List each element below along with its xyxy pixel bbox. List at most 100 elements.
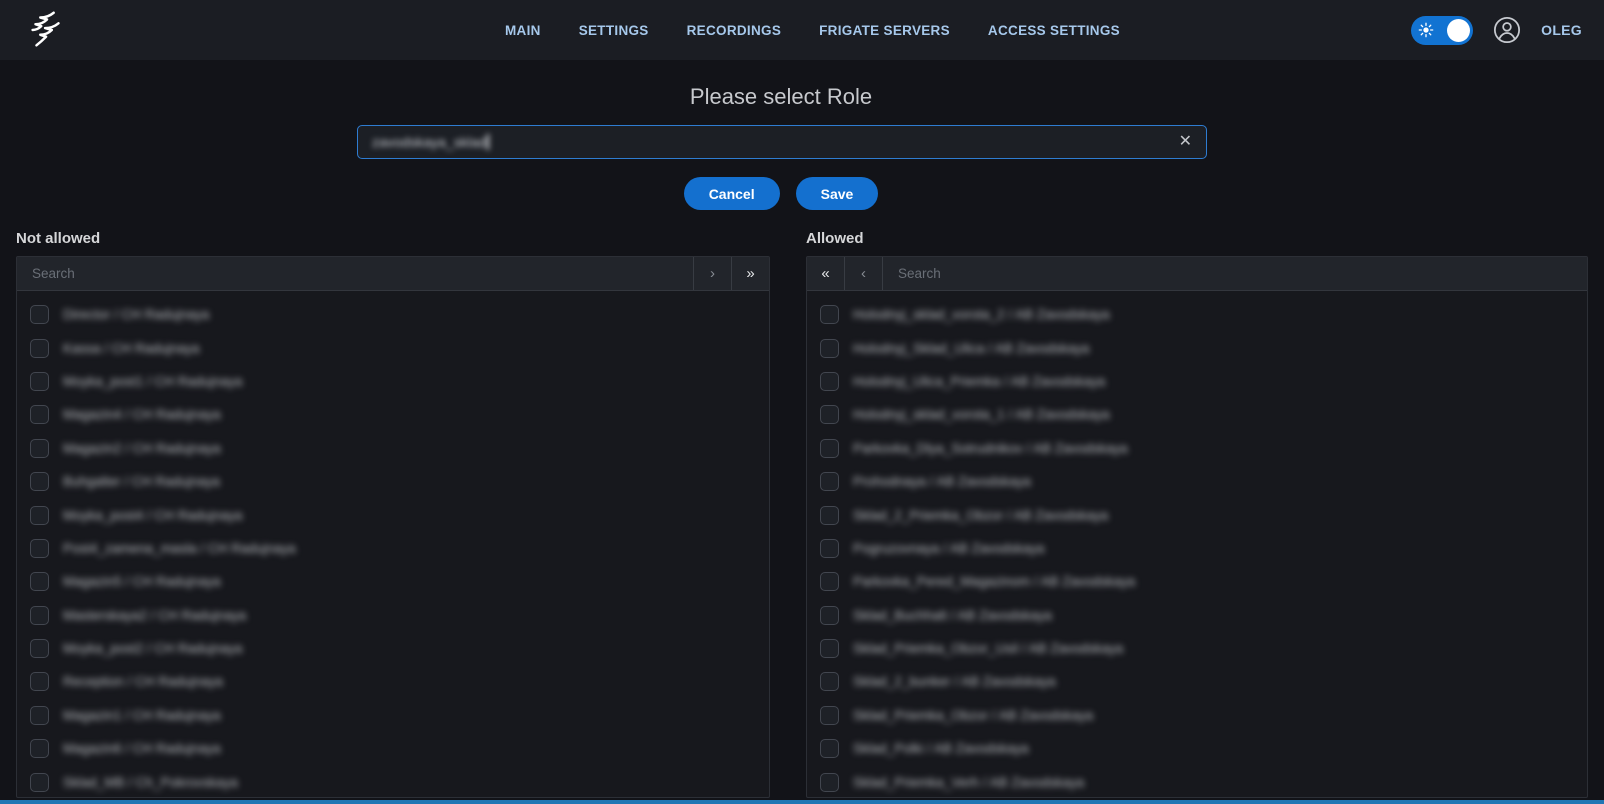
- nav-link-settings[interactable]: SETTINGS: [579, 23, 649, 38]
- list-item[interactable]: Magazin6 / CH Radujnaya: [17, 732, 769, 765]
- text-caret: [487, 134, 489, 150]
- move-all-left-button[interactable]: «: [807, 257, 844, 290]
- theme-toggle[interactable]: [1411, 16, 1473, 45]
- allowed-title: Allowed: [806, 230, 1588, 247]
- nav-link-recordings[interactable]: RECORDINGS: [687, 23, 782, 38]
- item-checkbox[interactable]: [820, 539, 839, 558]
- list-item[interactable]: Buhgalter / CH Radujnaya: [17, 465, 769, 498]
- allowed-search-input[interactable]: [883, 257, 1587, 290]
- nav-link-frigate-servers[interactable]: FRIGATE SERVERS: [819, 23, 950, 38]
- list-item[interactable]: Magazin4 / CH Radujnaya: [17, 398, 769, 431]
- list-item[interactable]: Moyka_post2 / CH Radujnaya: [17, 632, 769, 665]
- not-allowed-search-input[interactable]: [17, 257, 693, 290]
- item-checkbox[interactable]: [820, 339, 839, 358]
- list-item[interactable]: Moyka_post1 / CH Radujnaya: [17, 365, 769, 398]
- item-checkbox[interactable]: [30, 506, 49, 525]
- list-item[interactable]: Sklad_Priemka_Obzor / AB Zavodskaya: [807, 699, 1587, 732]
- list-item[interactable]: Holodnyj_sklad_vorota_1 / AB Zavodskaya: [807, 398, 1587, 431]
- item-checkbox[interactable]: [820, 672, 839, 691]
- item-label-redacted: Moyka_post2 / CH Radujnaya: [63, 641, 242, 656]
- item-checkbox[interactable]: [820, 706, 839, 725]
- item-checkbox[interactable]: [30, 739, 49, 758]
- list-item[interactable]: Sklad_MB / Ch_Pokrovskaya: [17, 765, 769, 797]
- item-checkbox[interactable]: [820, 739, 839, 758]
- item-label-redacted: Parkovka_Pered_Magazinom / AB Zavodskaya: [853, 574, 1135, 589]
- list-item[interactable]: Holodnyj_Sklad_Ulica / AB Zavodskaya: [807, 331, 1587, 364]
- list-item[interactable]: Sklad_2_bunker / AB Zavodskaya: [807, 665, 1587, 698]
- item-label-redacted: Magazin2 / CH Radujnaya: [63, 441, 221, 456]
- role-dialog: Please select Role zavodskaya_sklad ✕ Ca…: [0, 84, 1604, 798]
- cancel-button[interactable]: Cancel: [684, 177, 780, 210]
- list-item[interactable]: Prohodnaya / AB Zavodskaya: [807, 465, 1587, 498]
- list-item[interactable]: Sklad_Polki / AB Zavodskaya: [807, 732, 1587, 765]
- navbar-right-group: OLEG: [1411, 16, 1582, 45]
- list-item[interactable]: Moyka_post4 / CH Radujnaya: [17, 498, 769, 531]
- item-checkbox[interactable]: [820, 606, 839, 625]
- list-item[interactable]: Sklad_2_Priemka_Obzor / AB Zavodskaya: [807, 498, 1587, 531]
- not-allowed-column: Not allowed › »: [16, 230, 770, 798]
- sun-icon: [1418, 22, 1434, 38]
- chevron-right-icon: ›: [710, 265, 715, 282]
- dialog-actions: Cancel Save: [0, 177, 1583, 210]
- list-item[interactable]: Holodnyj_Ulica_Priemka / AB Zavodskaya: [807, 365, 1587, 398]
- item-checkbox[interactable]: [820, 773, 839, 792]
- move-right-button[interactable]: ›: [694, 257, 731, 290]
- item-checkbox[interactable]: [30, 305, 49, 324]
- item-checkbox[interactable]: [30, 572, 49, 591]
- item-label-redacted: Magazin4 / CH Radujnaya: [63, 407, 221, 422]
- item-checkbox[interactable]: [820, 439, 839, 458]
- double-chevron-right-icon: »: [746, 265, 754, 282]
- chevron-left-icon: ‹: [861, 265, 866, 282]
- item-checkbox[interactable]: [820, 506, 839, 525]
- role-input[interactable]: zavodskaya_sklad ✕: [357, 125, 1207, 159]
- item-checkbox[interactable]: [30, 606, 49, 625]
- list-item[interactable]: Magazin2 / CH Radujnaya: [17, 432, 769, 465]
- item-checkbox[interactable]: [30, 372, 49, 391]
- item-checkbox[interactable]: [30, 539, 49, 558]
- not-allowed-search-row: › »: [17, 257, 769, 291]
- item-label-redacted: Sklad_Priemka_Verh / AB Zavodskaya: [853, 775, 1084, 790]
- item-label-redacted: Moyka_post4 / CH Radujnaya: [63, 508, 242, 523]
- item-checkbox[interactable]: [820, 305, 839, 324]
- item-checkbox[interactable]: [30, 472, 49, 491]
- list-item[interactable]: Sklad_Buchhalt / AB Zavodskaya: [807, 599, 1587, 632]
- save-button[interactable]: Save: [796, 177, 879, 210]
- list-item[interactable]: Masterskaya2 / CH Radujnaya: [17, 599, 769, 632]
- item-label-redacted: Prohodnaya / AB Zavodskaya: [853, 474, 1031, 489]
- item-label-redacted: Kassa / CH Radujnaya: [63, 341, 200, 356]
- list-item[interactable]: Kassa / CH Radujnaya: [17, 331, 769, 364]
- list-item[interactable]: Holodnyj_sklad_vorota_2 / AB Zavodskaya: [807, 298, 1587, 331]
- list-item[interactable]: Parkovka_Dlya_Sotrudnikov / AB Zavodskay…: [807, 432, 1587, 465]
- clear-input-icon[interactable]: ✕: [1179, 134, 1192, 150]
- item-label-redacted: Pogruzovnaya / AB Zavodskaya: [853, 541, 1044, 556]
- item-checkbox[interactable]: [30, 339, 49, 358]
- user-avatar-icon[interactable]: [1493, 16, 1521, 44]
- item-checkbox[interactable]: [30, 706, 49, 725]
- list-item[interactable]: Director / CH Radujnaya: [17, 298, 769, 331]
- item-checkbox[interactable]: [30, 439, 49, 458]
- move-all-right-button[interactable]: »: [732, 257, 769, 290]
- item-checkbox[interactable]: [30, 405, 49, 424]
- list-item[interactable]: Post4_zamena_masla / CH Radujnaya: [17, 532, 769, 565]
- list-item[interactable]: Sklad_Priemka_Verh / AB Zavodskaya: [807, 765, 1587, 797]
- list-item[interactable]: Sklad_Priemka_Obzor_Usil / AB Zavodskaya: [807, 632, 1587, 665]
- item-checkbox[interactable]: [30, 639, 49, 658]
- item-checkbox[interactable]: [30, 672, 49, 691]
- nav-link-access-settings[interactable]: ACCESS SETTINGS: [988, 23, 1120, 38]
- item-checkbox[interactable]: [820, 572, 839, 591]
- list-item[interactable]: Reception / CH Radujnaya: [17, 665, 769, 698]
- move-left-button[interactable]: ‹: [845, 257, 882, 290]
- item-checkbox[interactable]: [820, 405, 839, 424]
- list-item[interactable]: Magazin5 / CH Radujnaya: [17, 565, 769, 598]
- frigate-birds-icon[interactable]: [24, 7, 70, 53]
- list-item[interactable]: Pogruzovnaya / AB Zavodskaya: [807, 532, 1587, 565]
- nav-link-main[interactable]: MAIN: [505, 23, 541, 38]
- top-navbar: MAIN SETTINGS RECORDINGS FRIGATE SERVERS…: [0, 0, 1604, 60]
- item-label-redacted: Sklad_2_Priemka_Obzor / AB Zavodskaya: [853, 508, 1108, 523]
- list-item[interactable]: Parkovka_Pered_Magazinom / AB Zavodskaya: [807, 565, 1587, 598]
- item-checkbox[interactable]: [820, 472, 839, 491]
- item-checkbox[interactable]: [820, 639, 839, 658]
- list-item[interactable]: Magazin1 / CH Radujnaya: [17, 699, 769, 732]
- item-checkbox[interactable]: [820, 372, 839, 391]
- item-checkbox[interactable]: [30, 773, 49, 792]
